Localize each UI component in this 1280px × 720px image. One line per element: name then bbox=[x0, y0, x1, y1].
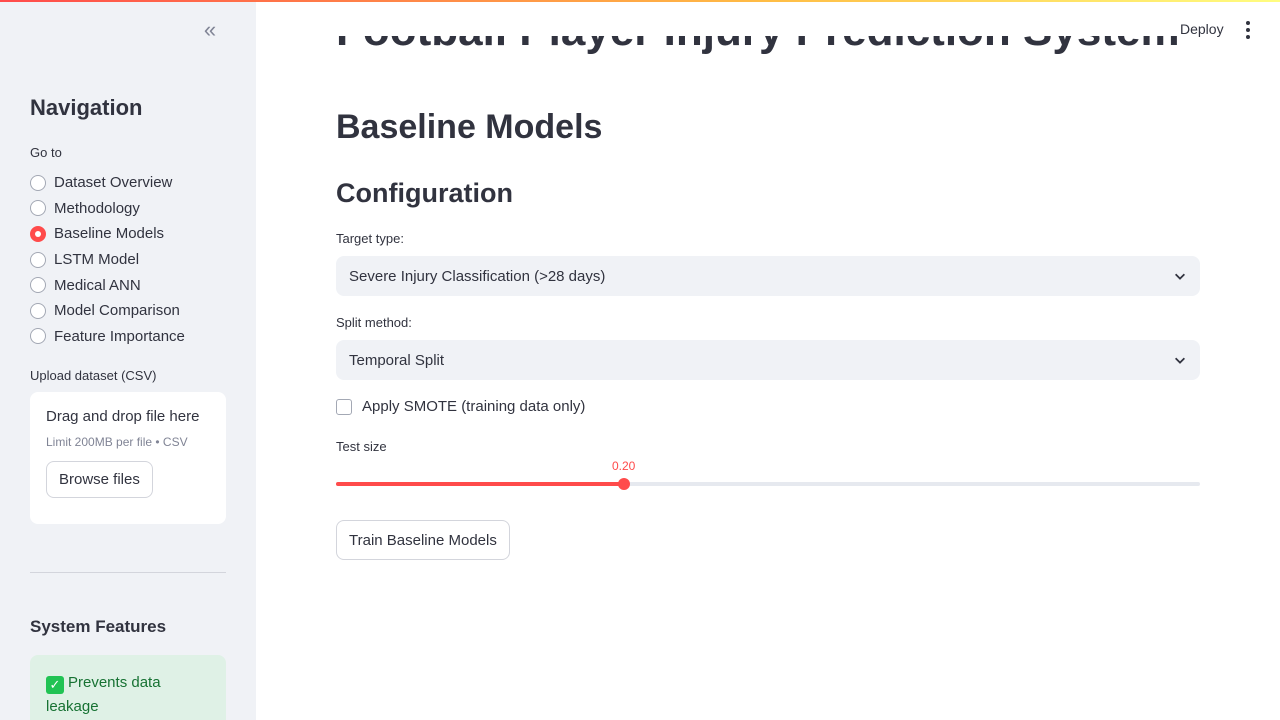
navigation-radio-group: Dataset Overview Methodology Baseline Mode… bbox=[30, 170, 185, 349]
radio-option-label: Dataset Overview bbox=[54, 174, 173, 192]
radio-option[interactable]: Feature Importance bbox=[30, 324, 185, 350]
radio-option-label: Methodology bbox=[54, 199, 140, 217]
app-title: Football Player Injury Prediction System bbox=[336, 6, 1180, 55]
radio-option[interactable]: LSTM Model bbox=[30, 247, 185, 273]
radio-circle-icon[interactable] bbox=[30, 200, 46, 217]
smote-checkbox-row[interactable]: Apply SMOTE (training data only) bbox=[336, 398, 585, 415]
radio-circle-icon[interactable] bbox=[30, 277, 46, 294]
radio-option-label: Baseline Models bbox=[54, 225, 165, 243]
radio-option-label: Feature Importance bbox=[54, 327, 185, 345]
split-method-label: Split method: bbox=[336, 315, 412, 330]
radio-circle-icon[interactable] bbox=[30, 251, 46, 268]
target-type-select[interactable]: Severe Injury Classification (>28 days) bbox=[336, 256, 1200, 296]
dropzone-limit: Limit 200MB per file • CSV bbox=[46, 435, 188, 449]
train-baseline-models-button[interactable]: Train Baseline Models bbox=[336, 520, 510, 560]
goto-label: Go to bbox=[30, 145, 62, 160]
page-heading: Baseline Models bbox=[336, 108, 603, 146]
smote-label: Apply SMOTE (training data only) bbox=[362, 398, 586, 415]
radio-option-label: LSTM Model bbox=[54, 251, 140, 269]
smote-checkbox[interactable] bbox=[336, 398, 352, 415]
radio-circle-icon[interactable] bbox=[30, 225, 46, 242]
test-size-slider[interactable] bbox=[336, 478, 1200, 490]
slider-thumb[interactable] bbox=[617, 478, 630, 490]
feature-success-box: ✓ Prevents data leakage bbox=[30, 655, 226, 720]
sidebar-divider bbox=[30, 572, 226, 573]
target-type-value: Severe Injury Classification (>28 days) bbox=[349, 267, 606, 285]
main-content: Football Player Injury Prediction System… bbox=[256, 0, 1280, 720]
dropzone-title: Drag and drop file here bbox=[46, 408, 200, 425]
target-type-label: Target type: bbox=[336, 231, 404, 246]
section-heading: Configuration bbox=[336, 178, 513, 208]
slider-fill bbox=[336, 482, 624, 486]
radio-option[interactable]: Baseline Models bbox=[30, 221, 185, 247]
split-method-select[interactable]: Temporal Split bbox=[336, 340, 1200, 380]
radio-option-label: Model Comparison bbox=[54, 302, 180, 320]
file-dropzone[interactable]: Drag and drop file here Limit 200MB per … bbox=[30, 392, 226, 524]
radio-circle-icon[interactable] bbox=[30, 174, 46, 191]
double-chevron-left-icon: « bbox=[203, 17, 217, 42]
sidebar: « Navigation Go to Dataset Overview Metho… bbox=[0, 0, 256, 720]
radio-option[interactable]: Methodology bbox=[30, 196, 185, 222]
sidebar-title: Navigation bbox=[30, 95, 143, 120]
radio-option-label: Medical ANN bbox=[54, 276, 141, 294]
radio-option[interactable]: Dataset Overview bbox=[30, 170, 185, 196]
radio-option[interactable]: Medical ANN bbox=[30, 272, 185, 298]
chevron-down-icon bbox=[1175, 273, 1185, 280]
browse-files-button[interactable]: Browse files bbox=[46, 461, 153, 498]
split-method-value: Temporal Split bbox=[349, 351, 445, 369]
collapse-sidebar-button[interactable]: « bbox=[198, 17, 222, 42]
radio-option[interactable]: Model Comparison bbox=[30, 298, 185, 324]
features-title: System Features bbox=[30, 617, 167, 636]
chevron-down-icon bbox=[1175, 357, 1185, 364]
top-accent-bar bbox=[0, 0, 1280, 2]
slider-value: 0.20 bbox=[612, 459, 636, 473]
test-size-label: Test size bbox=[336, 439, 387, 454]
radio-circle-icon[interactable] bbox=[30, 328, 46, 345]
check-mark-icon: ✓ bbox=[46, 676, 64, 694]
upload-label: Upload dataset (CSV) bbox=[30, 368, 157, 383]
radio-circle-icon[interactable] bbox=[30, 302, 46, 319]
